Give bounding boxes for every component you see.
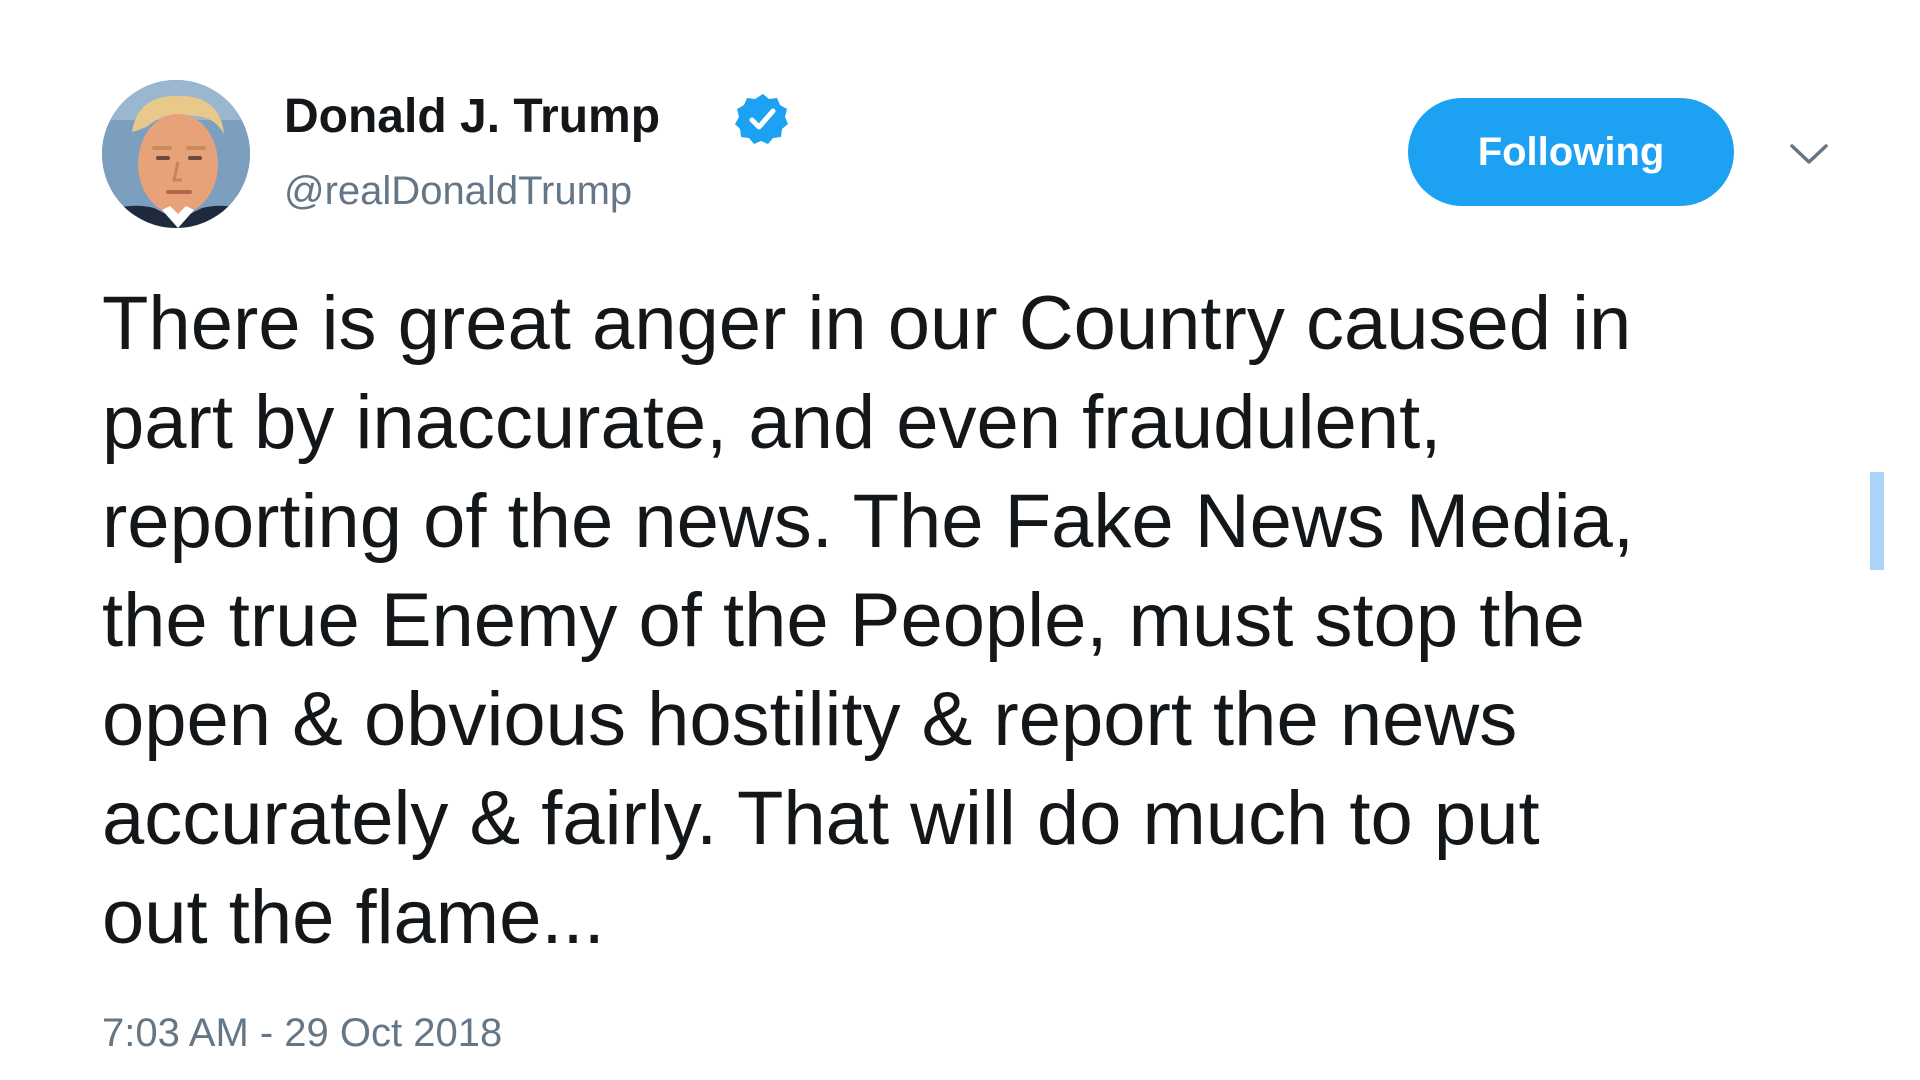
tweet-text-line: accurately & fairly. That will do much t… (102, 776, 1540, 861)
tweet-text-line: There is great anger in our Country caus… (102, 281, 1632, 366)
following-button[interactable]: Following (1408, 98, 1734, 206)
handle[interactable]: @realDonaldTrump (284, 166, 632, 216)
avatar-image (102, 80, 250, 228)
timestamp[interactable]: 7:03 AM - 29 Oct 2018 (102, 1008, 502, 1058)
tweet-text: There is great anger in our Country caus… (102, 274, 1882, 967)
verified-badge-icon (735, 92, 789, 146)
tweet-text-line: open & obvious hostility & report the ne… (102, 677, 1518, 762)
avatar[interactable] (102, 80, 250, 228)
tweet-text-line: reporting of the news. The Fake News Med… (102, 479, 1635, 564)
display-name[interactable]: Donald J. Trump (284, 88, 660, 146)
tweet-text-line: part by inaccurate, and even fraudulent, (102, 380, 1442, 465)
tweet-card: Donald J. Trump @realDonaldTrump Followi… (0, 0, 1920, 1080)
tweet-text-line: the true Enemy of the People, must stop … (102, 578, 1585, 663)
text-selection-marker (1870, 472, 1884, 570)
chevron-down-icon[interactable] (1786, 138, 1832, 170)
tweet-text-line: out the flame... (102, 875, 605, 960)
